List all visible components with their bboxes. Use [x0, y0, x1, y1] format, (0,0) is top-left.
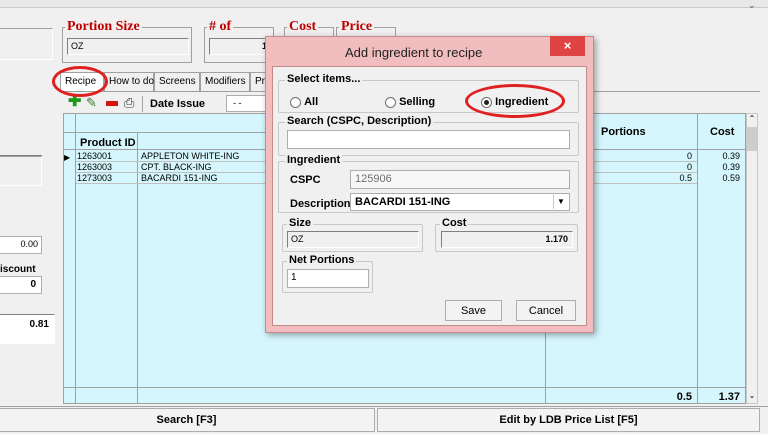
chevron-down-icon[interactable]: ⌄ [748, 0, 768, 10]
date-issue-label: Date Issue [150, 98, 206, 110]
search-button[interactable]: Search [F3] [0, 408, 375, 432]
radio-ingredient-indicator[interactable] [481, 96, 492, 108]
radio-selling[interactable]: Selling [385, 96, 435, 108]
search-label: Search (CSPC, Description) [285, 115, 434, 127]
net-portions-label: Net Portions [287, 254, 357, 266]
edit-icon[interactable]: ✎ [86, 96, 102, 110]
portion-size-label: Portion Size [65, 19, 142, 35]
radio-all-indicator[interactable] [290, 96, 301, 108]
tab-screens[interactable]: Screens [154, 72, 200, 92]
row-product-name: BACARDI 151-ING [141, 173, 218, 183]
edit-price-list-button[interactable]: Edit by LDB Price List [F5] [377, 408, 760, 432]
net-portions-input[interactable]: 1 [287, 269, 369, 288]
row-cost: 0.39 [722, 151, 740, 161]
save-button[interactable]: Save [445, 300, 502, 321]
row-product-name: APPLETON WHITE-ING [141, 151, 240, 161]
vertical-scrollbar[interactable] [746, 113, 758, 404]
radio-all[interactable]: All [290, 96, 318, 108]
left-top-box [0, 28, 53, 60]
row-pointer-icon: ▶ [64, 153, 71, 162]
price-label: Price [339, 19, 375, 35]
description-label: Description [290, 198, 351, 210]
radio-selling-indicator[interactable] [385, 96, 396, 108]
cancel-button[interactable]: Cancel [516, 300, 576, 321]
col-cost[interactable]: Cost [710, 126, 734, 138]
portion-size-field[interactable]: OZ [67, 38, 189, 55]
row-portions: 0 [686, 162, 692, 172]
col-product-id[interactable]: Product ID [80, 137, 136, 149]
discount-field[interactable]: 0 [0, 276, 42, 294]
row-product-name: CPT. BLACK-ING [141, 162, 212, 172]
left-box [0, 156, 42, 186]
scrollbar-thumb[interactable] [747, 127, 757, 151]
left-total-field: 0.81 [0, 314, 55, 344]
top-strip [0, 0, 768, 8]
chevron-down-icon[interactable]: ▼ [553, 195, 568, 209]
size-label: Size [287, 217, 314, 229]
toolbar-separator [142, 96, 143, 112]
totals-divider [64, 387, 745, 388]
radio-ingredient-label: Ingredient [495, 96, 549, 108]
num-of-field[interactable]: 1 [209, 38, 271, 55]
grid-col-line [697, 114, 698, 403]
total-portions: 0.5 [676, 391, 692, 403]
add-icon[interactable]: ✚ [68, 94, 84, 111]
remove-icon[interactable] [106, 101, 118, 106]
row-cost: 0.59 [722, 173, 740, 183]
row-product-id: 1263003 [77, 162, 113, 172]
portion-size-group: Portion Size OZ [62, 19, 192, 63]
print-icon[interactable]: ⎙ [124, 96, 138, 110]
tab-how-to-do[interactable]: How to do [104, 72, 154, 92]
tab-recipe[interactable]: Recipe [60, 72, 104, 92]
radio-selling-label: Selling [399, 96, 436, 108]
tab-modifiers[interactable]: Modifiers [200, 72, 250, 92]
search-input[interactable] [287, 130, 570, 149]
ingredient-label: Ingredient [285, 154, 343, 166]
select-items-label: Select items... [285, 73, 363, 85]
cost-label: Cost [287, 19, 319, 35]
cspc-field: 125906 [350, 170, 570, 189]
size-field: OZ [287, 231, 419, 248]
scroll-down-icon[interactable]: ⌄ [747, 391, 757, 401]
num-of-group: # of 1 [204, 19, 274, 63]
row-portions: 0 [686, 151, 692, 161]
dialog-cost-label: Cost [440, 217, 469, 229]
radio-ingredient[interactable]: Ingredient [481, 96, 548, 108]
discount-label: iscount [0, 264, 36, 275]
left-value-field[interactable]: 0.00 [0, 236, 42, 254]
cspc-label: CSPC [290, 174, 321, 186]
close-icon[interactable]: × [550, 36, 585, 56]
total-cost: 1.37 [718, 391, 740, 403]
row-product-id: 1273003 [77, 173, 113, 183]
num-of-label: # of [207, 19, 234, 35]
dialog-cost-field: 1.170 [441, 231, 573, 248]
row-product-id: 1263001 [77, 151, 113, 161]
radio-all-label: All [304, 96, 319, 108]
row-portions: 0.5 [679, 173, 692, 183]
description-select[interactable]: BACARDI 151-ING [350, 193, 570, 211]
row-cost: 0.39 [722, 162, 740, 172]
col-portions[interactable]: Portions [601, 126, 646, 138]
dialog-title: Add ingredient to recipe [345, 45, 483, 60]
scroll-up-icon[interactable]: ⌃ [747, 114, 757, 124]
